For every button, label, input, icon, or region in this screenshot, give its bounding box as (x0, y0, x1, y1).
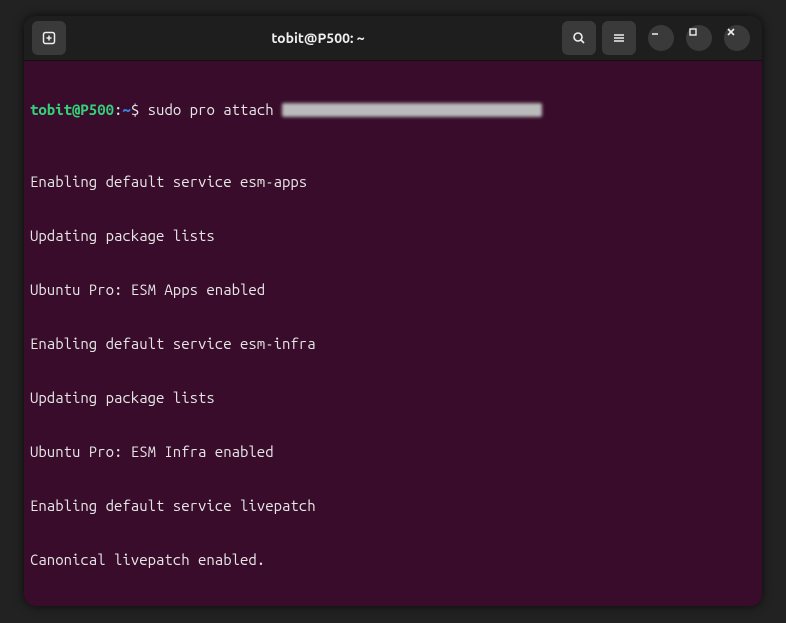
prompt-cwd: ~ (122, 101, 130, 118)
out-line: Enabling default service esm-infra (30, 335, 756, 353)
redacted-token (282, 103, 542, 117)
out-line: Updating package lists (30, 227, 756, 245)
out-line: Unable to determine current instance-id (30, 605, 756, 606)
prompt-line-1: tobit@P500:~$ sudo pro attach (30, 101, 756, 119)
search-button[interactable] (562, 21, 596, 55)
terminal-window: tobit@P500: ~ (24, 16, 762, 606)
minimize-button[interactable] (648, 25, 674, 51)
minimize-icon (648, 25, 662, 39)
search-icon (571, 30, 587, 46)
window-title: tobit@P500: ~ (82, 30, 554, 46)
maximize-button[interactable] (686, 25, 712, 51)
out-line: Updating package lists (30, 389, 756, 407)
new-tab-button[interactable] (32, 21, 66, 55)
out-line: Ubuntu Pro: ESM Infra enabled (30, 443, 756, 461)
prompt-user: tobit@P500 (30, 101, 114, 118)
titlebar: tobit@P500: ~ (24, 16, 762, 61)
close-icon (724, 25, 738, 39)
close-button[interactable] (724, 25, 750, 51)
maximize-icon (686, 25, 700, 39)
prompt-dollar: $ (131, 101, 148, 118)
terminal-body[interactable]: tobit@P500:~$ sudo pro attach Enabling d… (24, 61, 762, 606)
out-line: Enabling default service esm-apps (30, 173, 756, 191)
hamburger-icon (611, 30, 627, 46)
out-line: Ubuntu Pro: ESM Apps enabled (30, 281, 756, 299)
command-1: sudo pro attach (148, 101, 282, 118)
out-line: Enabling default service livepatch (30, 497, 756, 515)
new-tab-icon (41, 30, 57, 46)
menu-button[interactable] (602, 21, 636, 55)
out-line: Canonical livepatch enabled. (30, 551, 756, 569)
